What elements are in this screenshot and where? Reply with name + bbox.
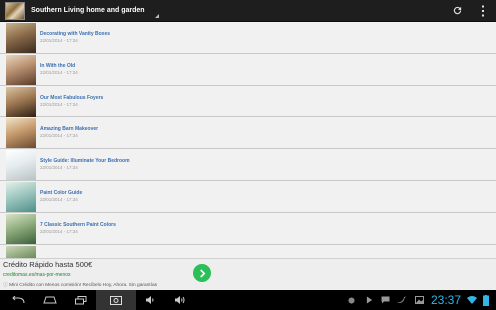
back-icon: [12, 296, 25, 304]
wifi-icon: [465, 290, 479, 310]
overflow-menu-icon: [482, 5, 484, 16]
chat-icon: [379, 290, 393, 310]
article-text: Style Guide: Illuminate Your Bedroom 22/0…: [40, 158, 130, 171]
article-date: 22/01/2014 - 17:34: [40, 165, 78, 171]
arrow-right-icon: [199, 268, 205, 278]
refresh-icon: [453, 6, 461, 15]
article-text: Decorating with Vanity Boxes 22/01/2014 -…: [40, 31, 110, 44]
article-thumbnail: [6, 54, 36, 85]
refresh-button[interactable]: [444, 0, 470, 22]
article-thumbnail: [6, 150, 36, 181]
volume-up-icon: [175, 296, 185, 304]
recent-apps-icon: [75, 295, 87, 304]
gallery-icon: [413, 290, 427, 310]
article-date: 22/01/2014 - 17:34: [40, 133, 78, 139]
home-button[interactable]: [34, 290, 66, 310]
ad-go-button[interactable]: [193, 264, 211, 282]
ad-info-icon: ⓘ: [3, 283, 8, 288]
list-item[interactable]: Style Guide: Illuminate Your Bedroom 22/0…: [0, 149, 496, 181]
article-date: 22/01/2014 - 17:34: [40, 101, 78, 107]
article-text: Our Most Fabulous Foyers 22/01/2014 - 17:…: [40, 95, 103, 108]
volume-down-button[interactable]: [136, 290, 164, 310]
volume-up-button[interactable]: [164, 290, 196, 310]
list-item[interactable]: [0, 244, 496, 258]
screenshot-icon: [110, 295, 122, 305]
article-thumbnail: [6, 181, 36, 212]
ad-title[interactable]: Crédito Rápido hasta 500€: [3, 260, 92, 269]
app-title: Southern Living home and garden: [31, 6, 145, 14]
list-item[interactable]: Decorating with Vanity Boxes 22/01/2014 -…: [0, 22, 496, 54]
spinner-indicator-icon: [154, 13, 159, 18]
article-title: In With the Old: [40, 62, 76, 69]
recent-apps-button[interactable]: [66, 290, 96, 310]
article-date: 22/01/2014 - 17:34: [40, 196, 78, 202]
home-icon: [43, 296, 57, 304]
volume-down-icon: [146, 296, 154, 304]
ad-description: ⓘ Mini Crédito con Menos comisión! Recíb…: [3, 281, 157, 288]
article-title: Our Most Fabulous Foyers: [40, 94, 104, 101]
ad-banner[interactable]: Crédito Rápido hasta 500€ creditomas.es/…: [0, 258, 496, 290]
back-button[interactable]: [2, 290, 34, 310]
system-bar: 23:37: [0, 290, 496, 310]
list-item[interactable]: Our Most Fabulous Foyers 22/01/2014 - 17:…: [0, 85, 496, 118]
play-store-icon: [363, 290, 377, 310]
battery-icon: [479, 290, 493, 310]
article-text: 7 Classic Southern Paint Colors 22/01/201…: [40, 222, 116, 235]
list-item[interactable]: Amazing Barn Makeover 22/01/2014 - 17:34: [0, 117, 496, 150]
article-date: 22/01/2014 - 17:34: [40, 38, 78, 43]
app-title-spinner[interactable]: Southern Living home and garden: [31, 0, 159, 22]
article-thumbnail: [6, 86, 36, 117]
article-list[interactable]: Decorating with Vanity Boxes 22/01/2014 -…: [0, 22, 496, 258]
action-bar: Southern Living home and garden: [0, 0, 496, 22]
screenshot-button[interactable]: [96, 290, 136, 310]
list-item[interactable]: 7 Classic Southern Paint Colors 22/01/201…: [0, 212, 496, 245]
article-title: 7 Classic Southern Paint Colors: [40, 221, 116, 228]
article-thumbnail: [6, 213, 36, 244]
article-date: 22/01/2014 - 17:34: [40, 69, 78, 75]
article-thumbnail: [6, 118, 36, 149]
record-icon: [345, 290, 359, 310]
article-thumbnail: [6, 245, 36, 258]
article-text: In With the Old 22/01/2014 - 17:34: [40, 63, 78, 76]
list-item[interactable]: Paint Color Guide 22/01/2014 - 17:34: [0, 180, 496, 213]
ad-url[interactable]: creditomas.es/mas-por-menos: [3, 272, 71, 278]
twitter-icon: [395, 290, 409, 310]
article-text: Paint Color Guide 22/01/2014 - 17:34: [40, 190, 82, 203]
list-item[interactable]: In With the Old 22/01/2014 - 17:34: [0, 53, 496, 86]
app-icon[interactable]: [5, 1, 25, 20]
article-date: 22/01/2014 - 17:34: [40, 228, 78, 234]
article-thumbnail: [6, 23, 36, 53]
overflow-menu-button[interactable]: [470, 0, 496, 22]
clock[interactable]: 23:37: [431, 293, 461, 307]
ad-description-text: Mini Crédito con Menos comisión! Recíbel…: [9, 283, 158, 288]
article-text: Amazing Barn Makeover 22/01/2014 - 17:34: [40, 126, 98, 139]
